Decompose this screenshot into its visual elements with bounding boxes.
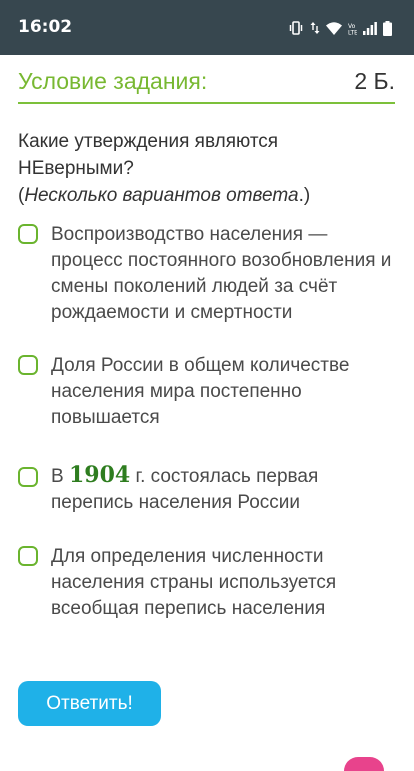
option-2[interactable]: Доля России в общем количестве населения… [18,353,398,454]
option-3-checkbox[interactable] [18,467,38,487]
submit-answer-button[interactable]: Ответить! [18,681,161,726]
data-arrows-icon [310,21,320,35]
battery-icon [383,20,392,36]
status-bar: 16:02 Vo LTE [0,0,414,55]
task-title: Условие задания: [18,68,208,94]
answer-options: Воспроизводство населения — процесс пост… [18,222,398,622]
question-hint-line: (Несколько вариантов ответа.) [18,182,398,209]
svg-text:LTE: LTE [348,29,357,35]
option-1[interactable]: Воспроизводство населения — процесс пост… [18,222,398,328]
option-2-checkbox[interactable] [18,355,38,375]
status-time: 16:02 [18,17,73,37]
option-3[interactable]: В 1904 г. состоялась первая перепись нас… [18,462,398,518]
task-points: 2 Б. [354,68,395,94]
question-hint: Несколько вариантов ответа [24,185,299,206]
status-icons: Vo LTE [288,17,392,39]
vibrate-icon [288,21,304,35]
question-text: Какие утверждения являются НЕверными? [18,131,279,179]
option-4-label: Для определения численности населения ст… [51,546,337,619]
hint-close: .) [298,185,311,206]
question: Какие утверждения являются НЕверными? (Н… [18,128,398,209]
volte-icon: Vo LTE [348,22,357,35]
wifi-icon [326,21,342,35]
task-header: Условие задания: 2 Б. [18,66,395,104]
option-1-checkbox[interactable] [18,224,38,244]
option-1-label: Воспроизводство населения — процесс пост… [51,224,392,323]
option-2-label: Доля России в общем количестве населения… [51,355,350,428]
option-3-prefix: В [51,466,69,487]
signal-icon [363,21,377,35]
option-4-checkbox[interactable] [18,546,38,566]
floating-action-edge [344,757,384,771]
option-3-year: 1904 [68,462,131,488]
option-4[interactable]: Для определения численности населения ст… [18,544,398,622]
